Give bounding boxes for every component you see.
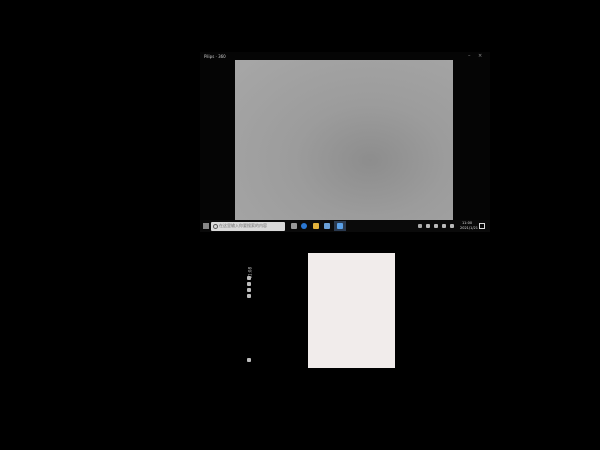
notification-icon <box>247 294 251 298</box>
task-view-icon[interactable] <box>291 223 297 229</box>
search-icon <box>213 223 218 229</box>
battery-icon <box>247 288 251 292</box>
network-icon[interactable] <box>426 223 430 228</box>
window-title: Pilips · 360 <box>204 54 226 59</box>
ime-icon[interactable] <box>450 223 454 228</box>
wifi-icon <box>247 282 251 286</box>
phone-clock: 11:08 <box>247 266 253 279</box>
photo-viewer-window: Pilips · 360 – × <box>200 52 490 232</box>
search-placeholder: 在这里输入你要搜索的内容 <box>219 223 267 228</box>
photos-icon[interactable] <box>337 223 343 229</box>
battery-icon[interactable] <box>442 223 446 228</box>
phone-screen[interactable] <box>308 253 395 368</box>
phone-status-bar: 11:08 <box>246 252 254 372</box>
image-canvas[interactable] <box>235 60 453 222</box>
taskbar: 在这里输入你要搜索的内容 11:00 2021/1/21 <box>200 220 490 232</box>
taskbar-search-box[interactable]: 在这里输入你要搜索的内容 <box>211 221 285 231</box>
signal-icon <box>247 276 251 280</box>
windows-start-icon[interactable] <box>203 223 209 229</box>
chevron-up-icon[interactable] <box>418 223 422 228</box>
volume-icon[interactable] <box>434 223 438 228</box>
clock-date: 2021/1/21 <box>460 225 478 230</box>
minimize-button[interactable]: – <box>468 54 471 59</box>
action-center-icon[interactable] <box>479 223 485 229</box>
store-icon[interactable] <box>324 223 330 229</box>
clock-time: 11:00 <box>461 221 473 225</box>
explorer-icon[interactable] <box>313 223 319 229</box>
taskbar-clock[interactable]: 11:00 2021/1/21 <box>460 221 478 230</box>
phone-nav-icon[interactable] <box>247 358 251 362</box>
edge-icon[interactable] <box>301 223 307 229</box>
close-button[interactable]: × <box>478 54 482 59</box>
